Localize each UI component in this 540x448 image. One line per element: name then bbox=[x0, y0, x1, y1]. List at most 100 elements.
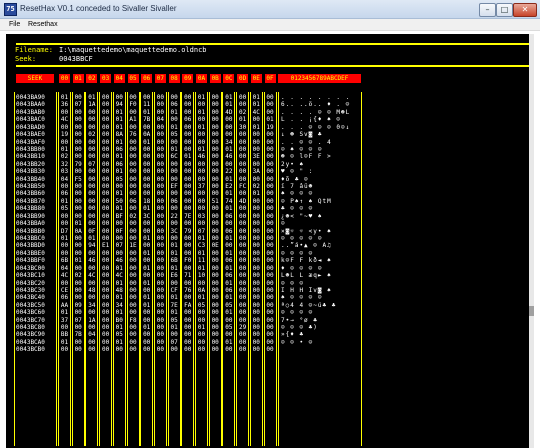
hex-byte[interactable]: 01 bbox=[115, 294, 124, 301]
hex-byte[interactable]: 01 bbox=[142, 265, 151, 272]
hex-byte[interactable]: 01 bbox=[115, 124, 124, 131]
hex-byte[interactable]: 00 bbox=[101, 309, 110, 316]
hex-byte[interactable]: 00 bbox=[211, 131, 220, 138]
hex-byte[interactable]: 51 bbox=[211, 198, 220, 205]
hex-byte[interactable]: 00 bbox=[74, 280, 83, 287]
hex-byte[interactable]: 00 bbox=[252, 139, 261, 146]
hex-byte[interactable]: 00 bbox=[197, 190, 206, 197]
hex-byte[interactable]: 00 bbox=[238, 176, 247, 183]
hex-byte[interactable]: 00 bbox=[266, 101, 275, 108]
hex-byte[interactable]: 00 bbox=[266, 94, 275, 101]
hex-byte[interactable]: 01 bbox=[170, 124, 179, 131]
hex-byte[interactable]: 00 bbox=[87, 176, 96, 183]
hex-byte[interactable]: 00 bbox=[224, 116, 233, 123]
hex-byte[interactable]: AA bbox=[60, 302, 69, 309]
hex-byte[interactable]: 36 bbox=[60, 101, 69, 108]
hex-byte[interactable]: 00 bbox=[74, 190, 83, 197]
hex-byte[interactable]: 00 bbox=[101, 153, 110, 160]
hex-byte[interactable]: 00 bbox=[252, 280, 261, 287]
hex-byte[interactable]: 00 bbox=[115, 346, 124, 353]
hex-byte[interactable]: 00 bbox=[211, 317, 220, 324]
hex-byte[interactable]: 00 bbox=[252, 272, 261, 279]
hex-byte[interactable]: 0F bbox=[115, 228, 124, 235]
hex-byte[interactable]: 00 bbox=[60, 139, 69, 146]
hex-byte[interactable]: 3E bbox=[252, 153, 261, 160]
hex-byte[interactable]: 00 bbox=[252, 324, 261, 331]
hex-byte[interactable]: 18 bbox=[142, 198, 151, 205]
hex-byte[interactable]: 00 bbox=[211, 220, 220, 227]
hex-byte[interactable]: 00 bbox=[183, 242, 192, 249]
hex-byte[interactable]: 00 bbox=[252, 228, 261, 235]
hex-byte[interactable]: 00 bbox=[211, 294, 220, 301]
hex-byte[interactable]: 00 bbox=[252, 235, 261, 242]
hex-byte[interactable]: 01 bbox=[224, 94, 233, 101]
hex-byte[interactable]: 00 bbox=[211, 124, 220, 131]
hex-byte[interactable]: 00 bbox=[156, 124, 165, 131]
hex-byte[interactable]: 00 bbox=[252, 220, 261, 227]
hex-byte[interactable]: 00 bbox=[87, 309, 96, 316]
hex-byte[interactable]: 00 bbox=[183, 294, 192, 301]
hex-byte[interactable]: 00 bbox=[238, 280, 247, 287]
hex-byte[interactable]: 01 bbox=[197, 146, 206, 153]
hex-byte[interactable]: 00 bbox=[266, 213, 275, 220]
hex-byte[interactable]: 1A bbox=[87, 317, 96, 324]
hex-byte[interactable]: 00 bbox=[238, 242, 247, 249]
hex-byte[interactable]: 00 bbox=[87, 220, 96, 227]
hex-byte[interactable]: 00 bbox=[142, 94, 151, 101]
maximize-button[interactable]: □ bbox=[496, 3, 513, 17]
hex-byte[interactable]: 00 bbox=[156, 205, 165, 212]
hex-byte[interactable]: 00 bbox=[266, 302, 275, 309]
hex-byte[interactable]: 00 bbox=[60, 183, 69, 190]
hex-byte[interactable]: 00 bbox=[266, 220, 275, 227]
hex-byte[interactable]: 00 bbox=[156, 94, 165, 101]
hex-byte[interactable]: 00 bbox=[142, 339, 151, 346]
hex-byte[interactable]: 01 bbox=[115, 265, 124, 272]
hex-byte[interactable]: 22 bbox=[170, 213, 179, 220]
hex-byte[interactable]: 10 bbox=[197, 272, 206, 279]
hex-byte[interactable]: 00 bbox=[129, 331, 138, 338]
hex-byte[interactable]: 01 bbox=[115, 280, 124, 287]
hex-byte[interactable]: 00 bbox=[238, 317, 247, 324]
hex-byte[interactable]: 07 bbox=[170, 339, 179, 346]
hex-byte[interactable]: 01 bbox=[142, 294, 151, 301]
hex-byte[interactable]: 00 bbox=[101, 168, 110, 175]
hex-byte[interactable]: 00 bbox=[74, 287, 83, 294]
hex-byte[interactable]: 00 bbox=[170, 331, 179, 338]
hex-byte[interactable]: 00 bbox=[183, 124, 192, 131]
hex-byte[interactable]: 00 bbox=[87, 346, 96, 353]
hex-byte[interactable]: 6B bbox=[170, 257, 179, 264]
hex-byte[interactable]: 00 bbox=[183, 220, 192, 227]
hex-byte[interactable]: 00 bbox=[211, 346, 220, 353]
hex-byte[interactable]: 00 bbox=[142, 287, 151, 294]
hex-byte[interactable]: 00 bbox=[252, 302, 261, 309]
hex-byte[interactable]: 00 bbox=[224, 242, 233, 249]
hex-byte[interactable]: 00 bbox=[74, 139, 83, 146]
hex-byte[interactable]: 00 bbox=[266, 205, 275, 212]
hex-byte[interactable]: 46 bbox=[224, 153, 233, 160]
hex-byte[interactable]: 03 bbox=[60, 168, 69, 175]
hex-byte[interactable]: 00 bbox=[87, 168, 96, 175]
hex-byte[interactable]: 00 bbox=[156, 161, 165, 168]
hex-byte[interactable]: 00 bbox=[238, 287, 247, 294]
hex-byte[interactable]: 6C bbox=[170, 153, 179, 160]
hex-byte[interactable]: 01 bbox=[224, 205, 233, 212]
hex-byte[interactable]: 00 bbox=[170, 116, 179, 123]
hex-byte[interactable]: 00 bbox=[252, 242, 261, 249]
hex-byte[interactable]: 00 bbox=[266, 190, 275, 197]
hex-byte[interactable]: 00 bbox=[156, 220, 165, 227]
hex-byte[interactable]: 00 bbox=[101, 220, 110, 227]
hex-byte[interactable]: 00 bbox=[224, 331, 233, 338]
hex-byte[interactable]: 01 bbox=[197, 265, 206, 272]
hex-byte[interactable]: 01 bbox=[197, 124, 206, 131]
hex-byte[interactable]: 00 bbox=[211, 265, 220, 272]
hex-byte[interactable]: 00 bbox=[101, 324, 110, 331]
hex-byte[interactable]: 00 bbox=[101, 198, 110, 205]
hex-byte[interactable]: 00 bbox=[238, 205, 247, 212]
hex-byte[interactable]: 00 bbox=[87, 250, 96, 257]
hex-byte[interactable]: 00 bbox=[238, 213, 247, 220]
hex-byte[interactable]: 00 bbox=[101, 139, 110, 146]
hex-byte[interactable]: 00 bbox=[170, 235, 179, 242]
hex-byte[interactable]: 00 bbox=[211, 183, 220, 190]
hex-byte[interactable]: 01 bbox=[238, 116, 247, 123]
hex-byte[interactable]: 01 bbox=[224, 280, 233, 287]
